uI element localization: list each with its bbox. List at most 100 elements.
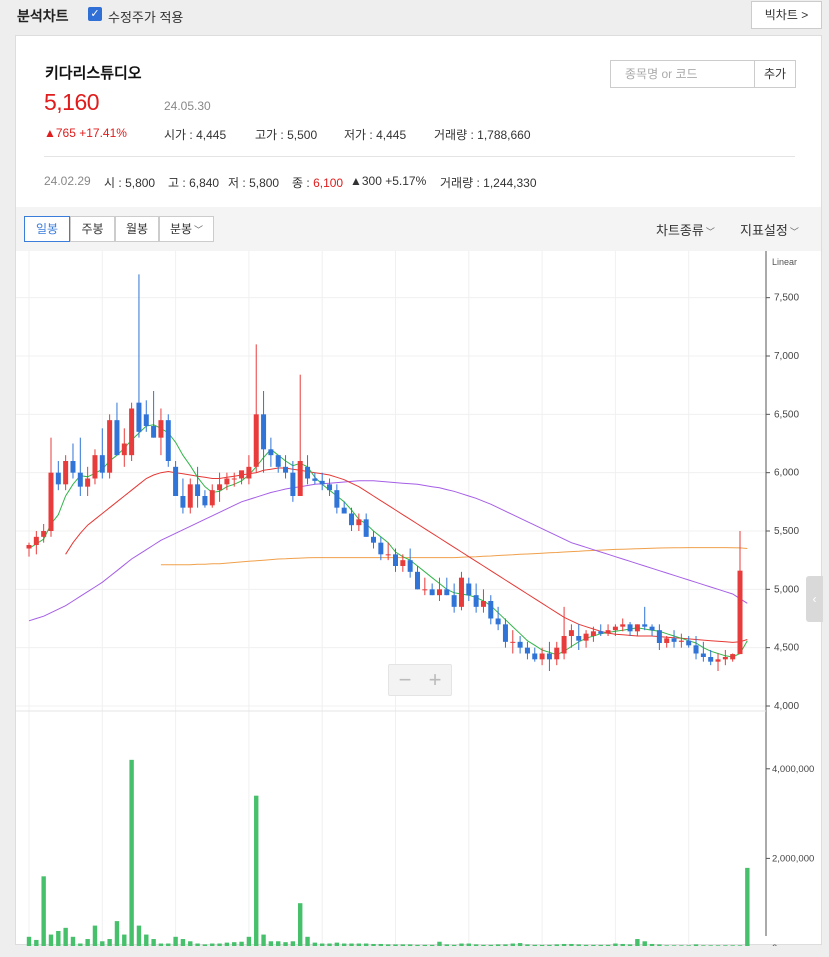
period-weekly-button[interactable]: 주봉 [70,216,115,242]
candle-body [400,560,406,566]
candle-body [393,554,398,566]
volume-bar [290,941,296,946]
candle-body [407,560,413,572]
zoom-out-button[interactable]: − [390,667,420,693]
candle-body [693,645,699,654]
volume-bar [305,936,310,946]
candle-body [561,636,567,654]
volume-bar [385,944,391,946]
open-stat: 시가 : 4,445 [164,128,227,142]
volume-bar [561,943,567,946]
candle-body [92,455,98,479]
volume-bar [48,934,54,946]
candle-body [385,554,391,556]
candle-body [590,631,596,636]
adjusted-price-label[interactable]: 수정주가 적용 [108,7,183,26]
volume-bar [327,943,332,946]
volume-bar [217,943,222,946]
chevron-down-icon: ﹀ [789,227,799,237]
volume-bar [210,943,215,946]
candle-body [334,490,340,508]
candle-body [41,531,47,537]
volume-axis: 0 2,000,000 4,000,000 [766,764,814,946]
volume-bar [158,943,164,946]
volume-bar [429,944,435,946]
volume-bar [56,930,61,946]
volume-bar [41,876,46,946]
candle-body [55,472,61,485]
search-box [610,60,755,88]
indicator-settings-menu[interactable]: 지표설정 ﹀ [740,220,799,239]
volume-bar [598,944,603,946]
candle-body [730,654,736,660]
period-monthly-button[interactable]: 월봉 [115,216,159,242]
volume-bar [422,944,428,946]
volume-bar [451,944,457,946]
volume-bar [312,942,318,946]
check-icon[interactable]: ✓ [88,7,102,21]
volume-bar [525,944,530,946]
stock-search-input[interactable] [611,61,754,87]
volume-bar [400,944,406,946]
divider [44,156,795,157]
moving-averages [28,424,748,658]
chevron-down-icon: ﹀ [194,225,204,235]
volume-bar [407,944,413,946]
price-tick-label: 7,500 [774,293,799,304]
period-daily-button[interactable]: 일봉 [24,216,70,242]
period-minute-button[interactable]: 분봉 ﹀ [159,216,214,242]
price-tick-label: 5,000 [774,584,799,595]
candle-body [283,466,289,473]
volume-bar [261,934,266,946]
candle-body [158,420,164,438]
candle-body [480,601,486,607]
volume-bar [679,945,684,946]
volume-bar [378,943,384,946]
zoom-in-button[interactable]: + [420,667,450,693]
volume-bar [129,759,134,946]
volume-bar [444,944,450,946]
volume-tick-label: 4,000,000 [772,764,814,775]
candle-body [605,630,611,634]
ma5-line [28,424,748,658]
volume-bar [657,944,662,946]
big-chart-button[interactable]: 빅차트 > [751,1,822,29]
volume-bar [122,934,127,946]
volume-bar [26,936,32,946]
candle-body [627,624,633,632]
volume-bar [547,944,552,946]
chevron-down-icon: ﹀ [705,227,715,237]
volume-bar [334,942,340,946]
candle-body [436,589,442,596]
chevron-left-icon: ‹ [812,592,817,606]
hover-open: 시 : 5,800 [104,176,156,190]
volume-bar [363,943,369,946]
stock-chart[interactable]: Linear 4,000 4,500 5,000 5,500 6,000 6,500 7,0… [16,251,821,946]
candle-body [107,420,113,473]
hover-high: 고 : 6,840 [168,176,220,190]
collapse-panel-tab[interactable]: ‹ [806,576,823,622]
candle-body [664,638,670,643]
volume-bar [605,944,611,946]
volume-bar [114,921,120,946]
chart-toolbar: 일봉 주봉 월봉 분봉 ﹀ 차트종류 ﹀ 지표설정 ﹀ [16,207,821,251]
chart-type-menu[interactable]: 차트종류 ﹀ [656,220,715,239]
stock-name: 키다리스튜디오 [45,65,142,82]
volume-bar [202,944,208,946]
volume-bar [466,943,471,946]
candle-body [737,570,743,655]
candle-body [253,414,259,467]
volume-bar [627,944,633,946]
volume-bar [393,944,398,946]
volume-bar [341,943,347,946]
price-axis: 4,000 4,500 5,000 5,500 6,000 6,500 7,000 7,500 [766,293,799,712]
volume-bar [188,941,193,946]
candle-body [473,595,479,607]
volume-bar [649,943,655,946]
volume-bar [686,945,691,946]
candle-body [686,640,692,646]
candle-body [568,630,574,636]
volume-bar [495,944,501,946]
candle-body [458,577,464,607]
add-button[interactable]: 추가 [755,60,796,88]
